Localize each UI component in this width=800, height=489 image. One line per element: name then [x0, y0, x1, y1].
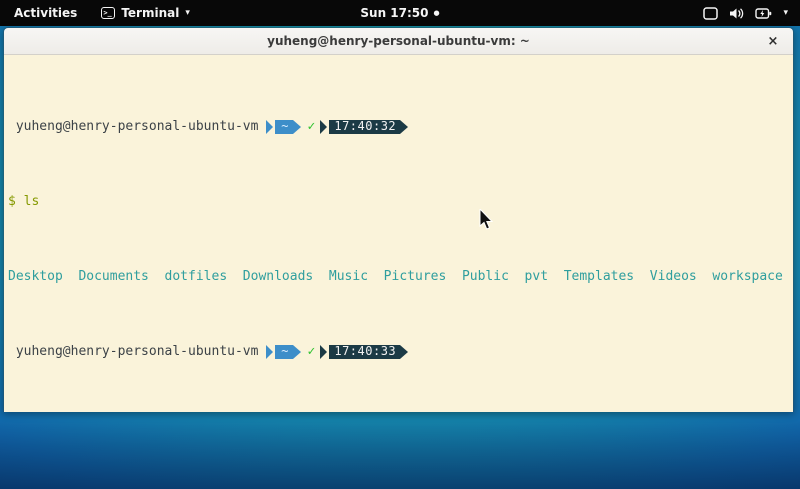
chevron-down-icon: ▾ — [185, 8, 190, 18]
clock-label: Sun 17:50 — [360, 6, 428, 20]
close-button[interactable]: × — [763, 31, 783, 51]
powerline-arrow-icon — [293, 120, 301, 134]
ls-output-line: Desktop Documents dotfiles Downloads Mus… — [8, 269, 793, 284]
prompt-time: 17:40:33 — [329, 345, 400, 359]
terminal-app-icon: >_ — [101, 7, 115, 19]
prompt-time-segment: 17:40:33 — [320, 345, 408, 359]
activities-button[interactable]: Activities — [10, 4, 81, 22]
powerline-arrow-icon — [320, 345, 327, 359]
powerline-arrow-icon — [400, 120, 408, 134]
app-menu-label: Terminal — [121, 6, 179, 20]
terminal-content[interactable]: yuheng@henry-personal-ubuntu-vm ~ ✓ 17:4… — [4, 55, 793, 412]
prompt-path: ~ — [275, 120, 292, 134]
powerline-arrow-icon — [400, 345, 408, 359]
powerline-arrow-icon — [320, 120, 327, 134]
status-check-icon: ✓ — [308, 119, 316, 134]
powerline-arrow-icon — [293, 345, 301, 359]
command-line: $ ls — [8, 194, 793, 209]
gnome-top-bar: Activities >_ Terminal ▾ Sun 17:50 ● ▾ — [0, 0, 800, 26]
close-icon: × — [768, 34, 779, 49]
prompt-time: 17:40:32 — [329, 120, 400, 134]
prompt-time-segment: 17:40:32 — [320, 120, 408, 134]
window-title: yuheng@henry-personal-ubuntu-vm: ~ — [267, 34, 530, 48]
app-menu-terminal[interactable]: >_ Terminal ▾ — [97, 4, 194, 22]
terminal-window: yuheng@henry-personal-ubuntu-vm: ~ × yuh… — [3, 27, 794, 412]
clock-button[interactable]: Sun 17:50 ● — [354, 4, 445, 22]
display-icon — [703, 7, 718, 20]
window-titlebar[interactable]: yuheng@henry-personal-ubuntu-vm: ~ × — [4, 28, 793, 55]
status-check-icon: ✓ — [308, 344, 316, 359]
prompt-line-1: yuheng@henry-personal-ubuntu-vm ~ ✓ 17:4… — [8, 119, 793, 134]
prompt-path-segment: ~ — [266, 345, 300, 359]
chevron-down-icon: ▾ — [783, 8, 788, 18]
powerline-arrow-icon — [266, 345, 273, 359]
prompt-user-host: yuheng@henry-personal-ubuntu-vm — [8, 119, 266, 134]
powerline-arrow-icon — [266, 120, 273, 134]
command-text: ls — [24, 194, 40, 209]
prompt-path: ~ — [275, 345, 292, 359]
prompt-symbol: $ — [8, 194, 24, 209]
system-status-area[interactable]: ▾ — [699, 0, 792, 26]
prompt-line-2: yuheng@henry-personal-ubuntu-vm ~ ✓ 17:4… — [8, 344, 793, 359]
battery-charging-icon — [755, 7, 772, 20]
prompt-path-segment: ~ — [266, 120, 300, 134]
notification-dot-icon: ● — [434, 9, 440, 17]
directory-list: Desktop Documents dotfiles Downloads Mus… — [8, 269, 783, 284]
volume-icon — [729, 7, 744, 20]
prompt-user-host: yuheng@henry-personal-ubuntu-vm — [8, 344, 266, 359]
